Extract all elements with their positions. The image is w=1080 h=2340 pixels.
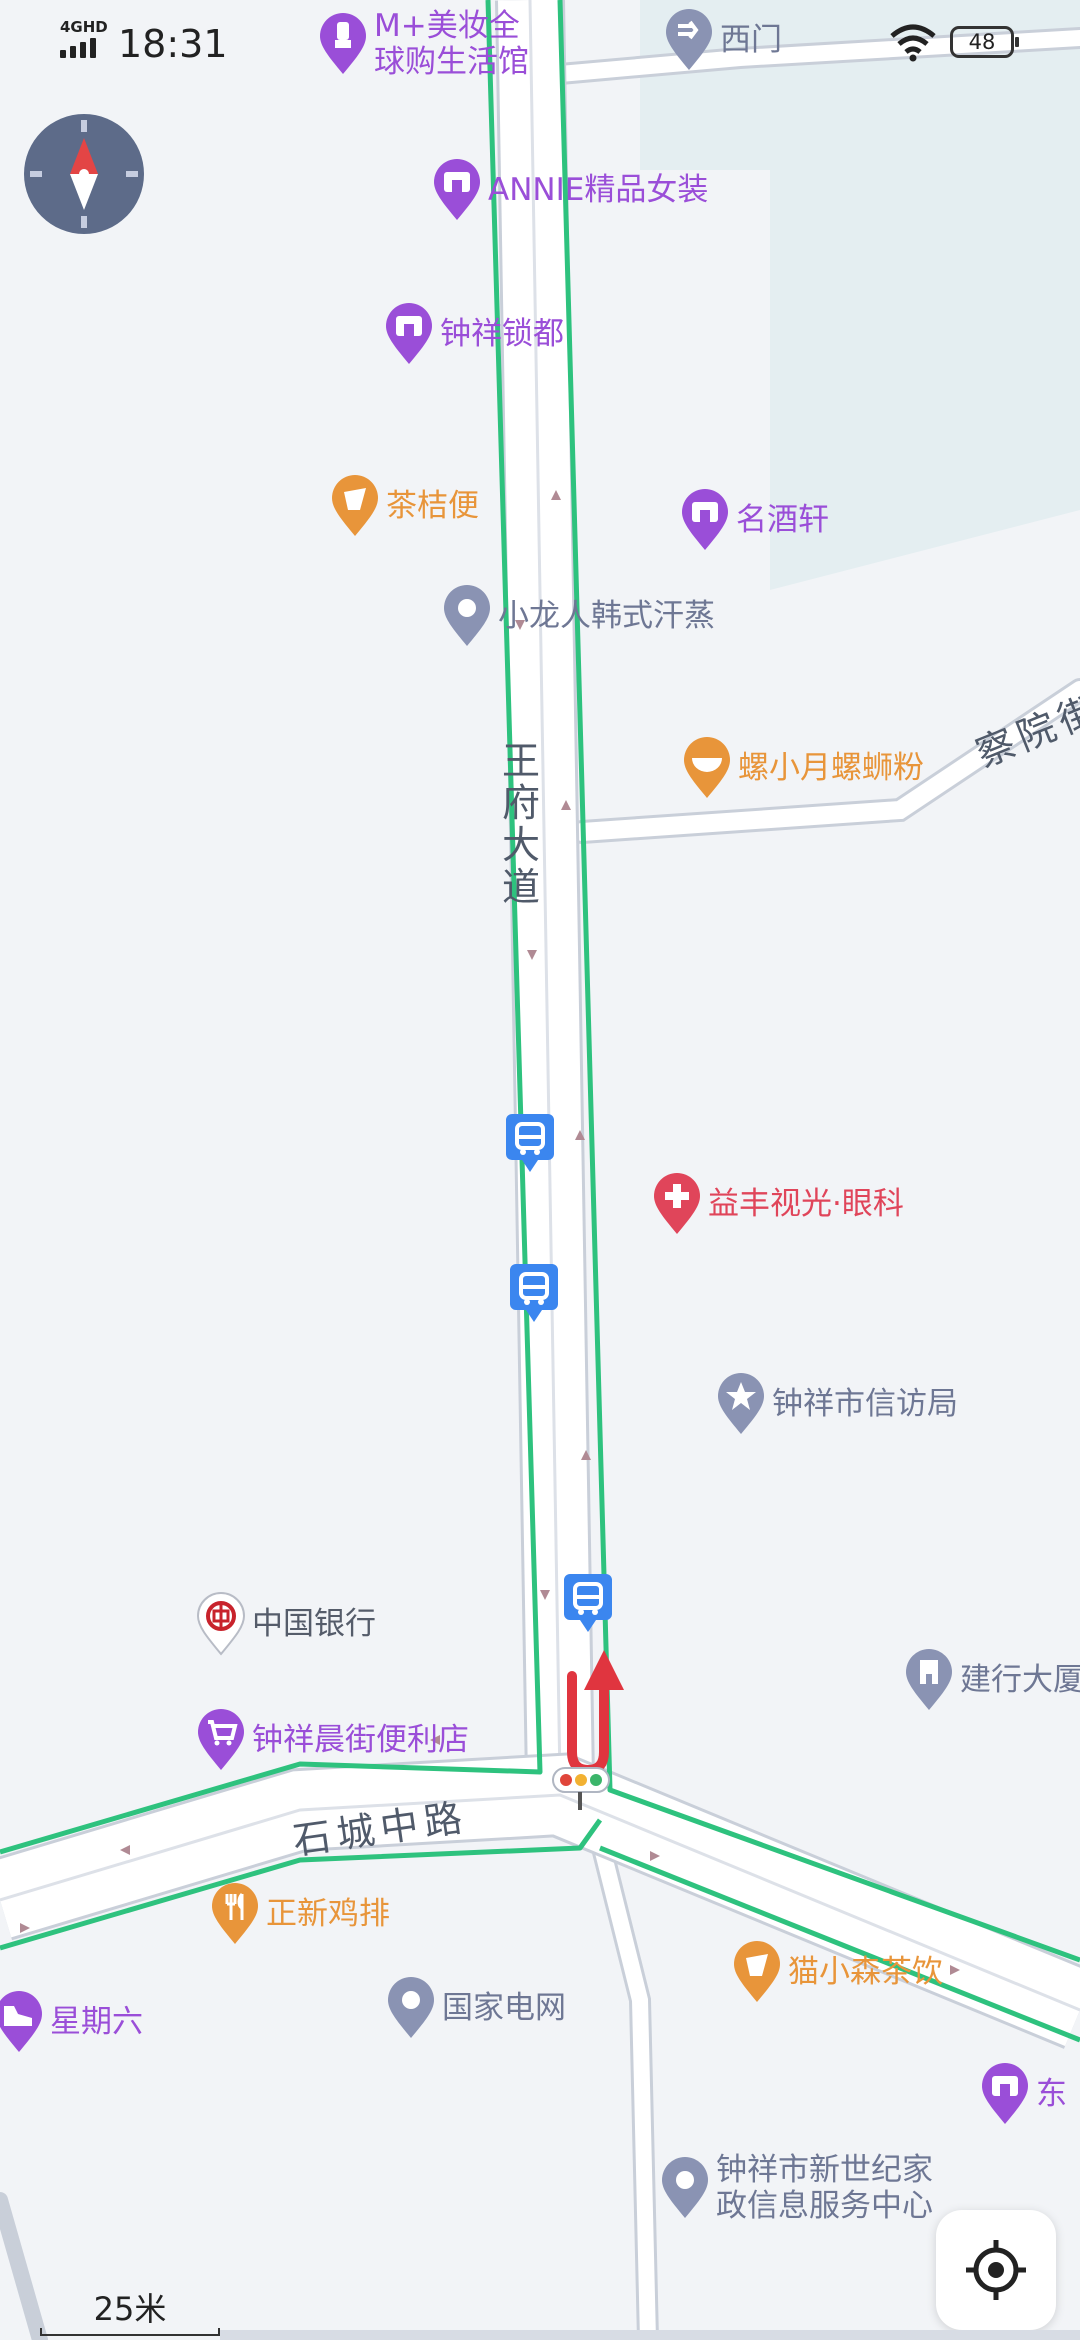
scale-label: 25米 — [93, 2290, 167, 2328]
government-star-icon — [718, 1373, 764, 1434]
cart-icon — [198, 1709, 244, 1770]
road-label-wangfu-avenue: 王府大道 — [501, 739, 540, 909]
poi-annie[interactable]: ANNIE精品女装 — [432, 158, 708, 222]
shop-icon — [434, 159, 480, 220]
locate-me-button[interactable] — [936, 2210, 1056, 2330]
signal-icon — [60, 36, 104, 58]
poi-label: 钟祥市新世纪家 政信息服务中心 — [716, 2152, 933, 2224]
bus-stop-icon[interactable] — [508, 1262, 560, 1324]
shop-icon — [682, 489, 728, 550]
shop-icon — [982, 2063, 1028, 2124]
location-pin-icon — [388, 1977, 434, 2038]
poi-label: 钟祥市信访局 — [772, 1386, 958, 1422]
poi-label: 钟祥锁都 — [440, 316, 564, 352]
medical-cross-icon — [654, 1173, 700, 1234]
poi-xingqiliu[interactable]: 星期六 — [0, 1990, 143, 2054]
scale-ruler — [40, 2328, 220, 2336]
poi-jianhang[interactable]: 建行大厦 — [904, 1648, 1080, 1712]
shop-icon — [386, 303, 432, 364]
bank-of-china-icon — [196, 1592, 246, 1656]
poi-label: 中国银行 — [252, 1606, 376, 1642]
poi-suodu[interactable]: 钟祥锁都 — [384, 302, 564, 366]
status-bar: 4GHD 18:31 48 — [0, 0, 1080, 84]
fork-knife-icon — [212, 1883, 258, 1944]
compass-icon — [30, 120, 138, 228]
poi-maoxiaosen[interactable]: 猫小森茶饮 — [732, 1940, 943, 2004]
wifi-icon — [890, 24, 936, 62]
poi-label: 猫小森茶饮 — [788, 1954, 943, 1990]
poi-xinfangju[interactable]: 钟祥市信访局 — [716, 1372, 958, 1436]
poi-label: 东 — [1036, 2076, 1067, 2112]
location-pin-icon — [444, 585, 490, 646]
poi-bianlidian[interactable]: 钟祥晨街便利店 — [196, 1708, 469, 1772]
poi-zhongguoyinhang[interactable]: 中国银行 — [196, 1592, 376, 1656]
scale-bar: 25米 — [40, 2284, 220, 2336]
crosshair-icon — [966, 2240, 1026, 2300]
location-pin-icon — [662, 2157, 708, 2218]
gate-icon — [666, 9, 712, 70]
poi-label: 星期六 — [50, 2004, 143, 2040]
poi-luoxiaoyue[interactable]: 螺小月螺蛳粉 — [682, 736, 924, 800]
poi-ximen[interactable]: 西门 — [664, 8, 782, 72]
drink-icon — [332, 475, 378, 536]
poi-guojiadianwang[interactable]: 国家电网 — [386, 1976, 566, 2040]
bus-stop-icon[interactable] — [562, 1572, 614, 1634]
building-icon — [906, 1649, 952, 1710]
network-type: 4GHD — [60, 18, 108, 36]
poi-label: 螺小月螺蛳粉 — [738, 750, 924, 786]
poi-label: 茶桔便 — [386, 488, 479, 524]
poi-xinshiji[interactable]: 钟祥市新世纪家 政信息服务中心 — [660, 2150, 933, 2226]
poi-label: ANNIE精品女装 — [488, 172, 709, 208]
clock-time: 18:31 — [118, 22, 228, 66]
poi-meizhuang[interactable]: M+美妆全 球购生活馆 — [318, 8, 529, 80]
poi-zhengxin[interactable]: 正新鸡排 — [210, 1882, 390, 1946]
poi-yifeng[interactable]: 益丰视光·眼科 — [652, 1172, 904, 1236]
noodle-icon — [684, 737, 730, 798]
bus-stop-icon[interactable] — [504, 1112, 556, 1174]
poi-label: 益丰视光·眼科 — [708, 1186, 904, 1222]
poi-dong[interactable]: 东 — [980, 2062, 1067, 2126]
battery-icon: 48 — [950, 26, 1019, 58]
poi-label: 国家电网 — [442, 1990, 566, 2026]
poi-label: 名酒轩 — [736, 502, 829, 538]
poi-xiaolongren[interactable]: 小龙人韩式汗蒸 — [442, 584, 715, 648]
bottom-sheet-edge[interactable] — [220, 2330, 1080, 2340]
shoe-icon — [0, 1991, 42, 2052]
poi-label: 建行大厦 — [960, 1662, 1080, 1698]
drink-icon — [734, 1941, 780, 2002]
poi-label: 小龙人韩式汗蒸 — [498, 598, 715, 634]
poi-label: 西门 — [720, 22, 782, 58]
poi-chajiebian[interactable]: 茶桔便 — [330, 474, 479, 538]
poi-label: M+美妆全 球购生活馆 — [374, 8, 529, 80]
poi-label: 正新鸡排 — [266, 1896, 390, 1932]
lipstick-icon — [320, 13, 366, 74]
compass-button[interactable] — [24, 114, 144, 234]
poi-label: 钟祥晨街便利店 — [252, 1722, 469, 1758]
poi-mingjiuxuan[interactable]: 名酒轩 — [680, 488, 829, 552]
